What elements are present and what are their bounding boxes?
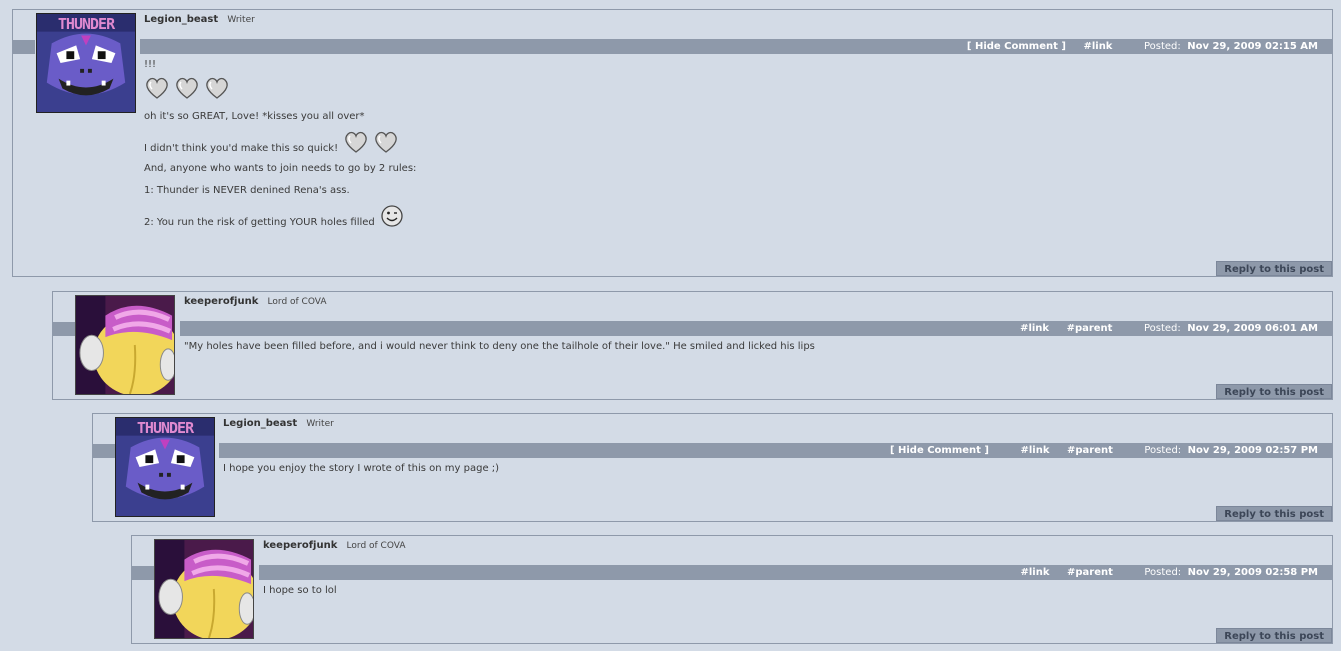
avatar[interactable] — [154, 539, 254, 639]
wink-smiley-icon — [380, 204, 404, 228]
heart-icon — [343, 130, 369, 154]
user-title: Lord of COVA — [346, 541, 406, 551]
user-line: Legion_beast Writer — [144, 14, 255, 25]
posted-label: Posted: — [1143, 323, 1181, 334]
heart-icon — [144, 76, 170, 100]
comment-1: THUNDER Legion_beast Writer [ Hide Comme… — [12, 9, 1333, 277]
comment-line: 1: Thunder is NEVER denined Rena's ass. — [144, 185, 350, 196]
comment-indent-stub — [132, 566, 154, 580]
comment-header-bar: [ Hide Comment ] #link Posted: Nov 29, 2… — [140, 39, 1332, 54]
reply-button[interactable]: Reply to this post — [1216, 628, 1332, 643]
permalink-link[interactable]: #link #parent — [1006, 567, 1112, 578]
heart-icon — [373, 130, 399, 154]
hide-comment-link[interactable]: [ Hide Comment ] — [967, 41, 1066, 52]
username-link[interactable]: keeperofjunk — [263, 540, 337, 551]
comment-2: keeperofjunk Lord of COVA #link #parent … — [52, 291, 1333, 400]
user-line: keeperofjunk Lord of COVA — [263, 540, 406, 551]
comment-header-bar: [ Hide Comment ] #link #parent Posted: N… — [219, 443, 1332, 458]
username-link[interactable]: Legion_beast — [144, 14, 218, 25]
comment-indent-stub — [13, 40, 35, 54]
comment-line: oh it's so GREAT, Love! *kisses you all … — [144, 111, 365, 122]
posted-date: Nov 29, 2009 02:58 PM — [1187, 567, 1318, 578]
heart-icon — [204, 76, 230, 100]
parent-link[interactable]: #parent — [1067, 323, 1113, 334]
posted-date: Nov 29, 2009 06:01 AM — [1187, 323, 1318, 334]
reply-button[interactable]: Reply to this post — [1216, 506, 1332, 521]
avatar-text: THUNDER — [57, 15, 115, 33]
reply-button[interactable]: Reply to this post — [1216, 384, 1332, 399]
user-title: Writer — [227, 15, 255, 25]
comment-line: 2: You run the risk of getting YOUR hole… — [144, 217, 375, 228]
comment-line: I didn't think you'd make this so quick! — [144, 143, 339, 154]
permalink-link[interactable]: #link — [1083, 41, 1112, 52]
comment-line: I hope so to lol — [263, 585, 337, 596]
comment-body: !!! oh it's so GREAT, Love! *kisses you … — [144, 59, 416, 228]
comment-indent-stub — [93, 444, 115, 458]
comment-4: keeperofjunk Lord of COVA #link #parent … — [131, 535, 1333, 644]
comment-body: I hope you enjoy the story I wrote of th… — [223, 463, 499, 474]
comment-body: I hope so to lol — [263, 585, 337, 596]
permalink-link[interactable]: #link #parent — [1006, 445, 1112, 456]
posted-label: Posted: — [1144, 445, 1182, 456]
hide-comment-link[interactable]: [ Hide Comment ] — [890, 445, 989, 456]
comment-line: "My holes have been filled before, and i… — [184, 341, 815, 352]
comment-line: And, anyone who wants to join needs to g… — [144, 163, 417, 174]
user-line: Legion_beast Writer — [223, 418, 334, 429]
username-link[interactable]: keeperofjunk — [184, 296, 258, 307]
parent-link[interactable]: #parent — [1067, 567, 1113, 578]
comment-line: !!! — [144, 59, 157, 70]
user-title: Lord of COVA — [267, 297, 327, 307]
comment-body: "My holes have been filled before, and i… — [184, 341, 815, 352]
heart-icon — [174, 76, 200, 100]
posted-date: Nov 29, 2009 02:15 AM — [1187, 41, 1318, 52]
posted-date: Nov 29, 2009 02:57 PM — [1187, 445, 1318, 456]
permalink-link[interactable]: #link #parent — [1006, 323, 1112, 334]
comment-3: THUNDER Legion_beast Writer [ Hide Comme… — [92, 413, 1333, 522]
avatar[interactable]: THUNDER — [36, 13, 136, 113]
username-link[interactable]: Legion_beast — [223, 418, 297, 429]
avatar-text: THUNDER — [136, 419, 194, 437]
comment-header-bar: #link #parent Posted: Nov 29, 2009 06:01… — [180, 321, 1332, 336]
user-line: keeperofjunk Lord of COVA — [184, 296, 327, 307]
comment-line: I hope you enjoy the story I wrote of th… — [223, 463, 500, 474]
heart-emoticon-row — [144, 76, 416, 102]
reply-button[interactable]: Reply to this post — [1216, 261, 1332, 276]
comment-indent-stub — [53, 322, 75, 336]
posted-label: Posted: — [1143, 41, 1181, 52]
parent-link[interactable]: #parent — [1067, 445, 1113, 456]
avatar[interactable]: THUNDER — [115, 417, 215, 517]
posted-label: Posted: — [1144, 567, 1182, 578]
avatar[interactable] — [75, 295, 175, 395]
comment-header-bar: #link #parent Posted: Nov 29, 2009 02:58… — [259, 565, 1332, 580]
user-title: Writer — [306, 419, 334, 429]
